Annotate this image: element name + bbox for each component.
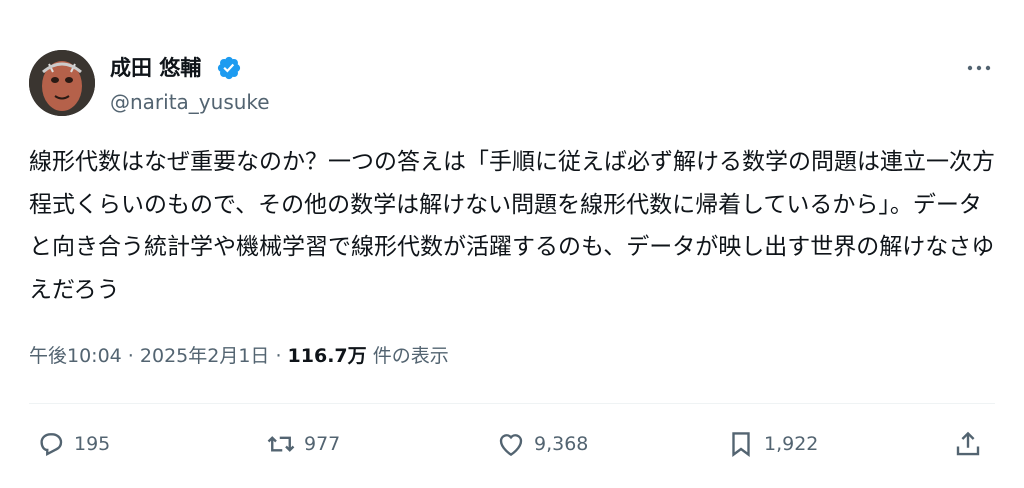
author-display-name[interactable]: 成田 悠輔 (110, 55, 201, 81)
tweet-time[interactable]: 午後10:04 (29, 345, 122, 367)
reply-count: 195 (74, 433, 111, 455)
divider (29, 403, 995, 404)
meta-separator: · (121, 345, 140, 367)
like-count: 9,368 (534, 433, 589, 455)
author-handle[interactable]: @narita_yusuke (110, 89, 270, 115)
avatar[interactable] (29, 50, 95, 116)
bookmark-count: 1,922 (764, 433, 819, 455)
like-icon (499, 434, 523, 457)
tweet-meta: 午後10:04 · 2025年2月1日 · 116.7万 件の表示 (29, 342, 449, 370)
meta-separator: · (269, 345, 288, 367)
repost-button[interactable]: 977 (266, 426, 340, 462)
share-icon (956, 431, 980, 456)
views-label: 件の表示 (366, 345, 449, 367)
views-count: 116.7万 (287, 345, 367, 367)
avatar-image (29, 50, 95, 116)
bookmark-button[interactable]: 1,922 (726, 426, 818, 462)
repost-count: 977 (304, 433, 341, 455)
repost-icon (267, 436, 295, 452)
reply-icon (40, 433, 63, 456)
share-button[interactable] (953, 426, 983, 462)
verified-badge-icon (217, 56, 241, 80)
bookmark-icon (732, 432, 750, 457)
tweet-date[interactable]: 2025年2月1日 (140, 345, 270, 367)
more-icon[interactable] (962, 55, 996, 81)
like-button[interactable]: 9,368 (496, 426, 588, 462)
reply-button[interactable]: 195 (36, 426, 110, 462)
tweet-text: 線形代数はなぜ重要なのか？一つの答えは「手順に従えば必ず解ける数学の問題は連立一… (29, 149, 995, 303)
